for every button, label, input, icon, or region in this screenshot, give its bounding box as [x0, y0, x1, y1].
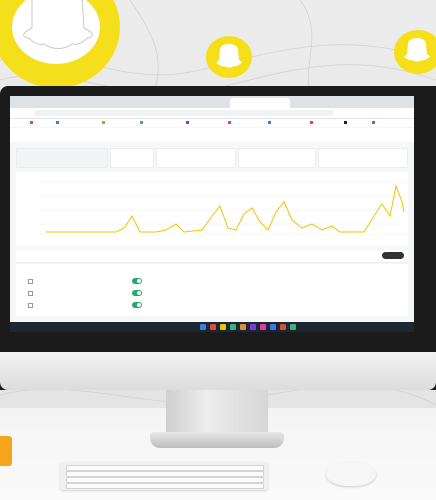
summary-card[interactable]: [16, 148, 108, 168]
new-button[interactable]: [382, 252, 404, 259]
taskbar-app-icon[interactable]: [280, 324, 286, 330]
browser-tab-bar: [10, 96, 414, 108]
taskbar-app-icon[interactable]: [270, 324, 276, 330]
summary-card[interactable]: [110, 148, 154, 168]
status-toggle[interactable]: [132, 278, 142, 284]
browser-tab[interactable]: [230, 98, 290, 108]
taskbar-app-icon[interactable]: [290, 324, 296, 330]
ghost-logo-icon: [206, 36, 252, 78]
monitor-stand: [166, 390, 268, 438]
summary-card[interactable]: [238, 148, 316, 168]
line-chart: [16, 172, 408, 246]
bookmarks-bar: [10, 119, 414, 127]
summary-card[interactable]: [318, 148, 408, 168]
table-header: [16, 264, 408, 274]
orange-object: [0, 436, 12, 466]
taskbar-app-icon[interactable]: [210, 324, 216, 330]
ghost-logo-icon: [394, 30, 436, 74]
taskbar-app-icon[interactable]: [260, 324, 266, 330]
chart-series-line: [46, 184, 405, 233]
monitor-chin: [0, 352, 436, 390]
row-checkbox[interactable]: [28, 303, 33, 308]
keyboard: [60, 462, 268, 490]
address-bar: [10, 108, 414, 119]
ghost-logo-icon: [0, 0, 120, 88]
taskbar-app-icon[interactable]: [220, 324, 226, 330]
row-checkbox[interactable]: [28, 279, 33, 284]
taskbar-app-icon[interactable]: [250, 324, 256, 330]
table-row[interactable]: [16, 288, 408, 298]
monitor-screen: [10, 96, 414, 330]
taskbar-app-icon[interactable]: [240, 324, 246, 330]
summary-cards: [16, 148, 408, 168]
summary-card[interactable]: [156, 148, 236, 168]
row-checkbox[interactable]: [28, 291, 33, 296]
data-table: [16, 264, 408, 316]
windows-taskbar: [10, 322, 414, 332]
address-field[interactable]: [34, 110, 334, 116]
taskbar-app-icon[interactable]: [230, 324, 236, 330]
status-toggle[interactable]: [132, 302, 142, 308]
table-row[interactable]: [16, 300, 408, 310]
monitor-stand-base: [150, 432, 284, 448]
app-header: [10, 128, 414, 142]
status-toggle[interactable]: [132, 290, 142, 296]
table-row[interactable]: [16, 276, 408, 286]
mouse: [326, 462, 376, 486]
section-tabs: [16, 250, 408, 263]
taskbar-app-icon[interactable]: [200, 324, 206, 330]
